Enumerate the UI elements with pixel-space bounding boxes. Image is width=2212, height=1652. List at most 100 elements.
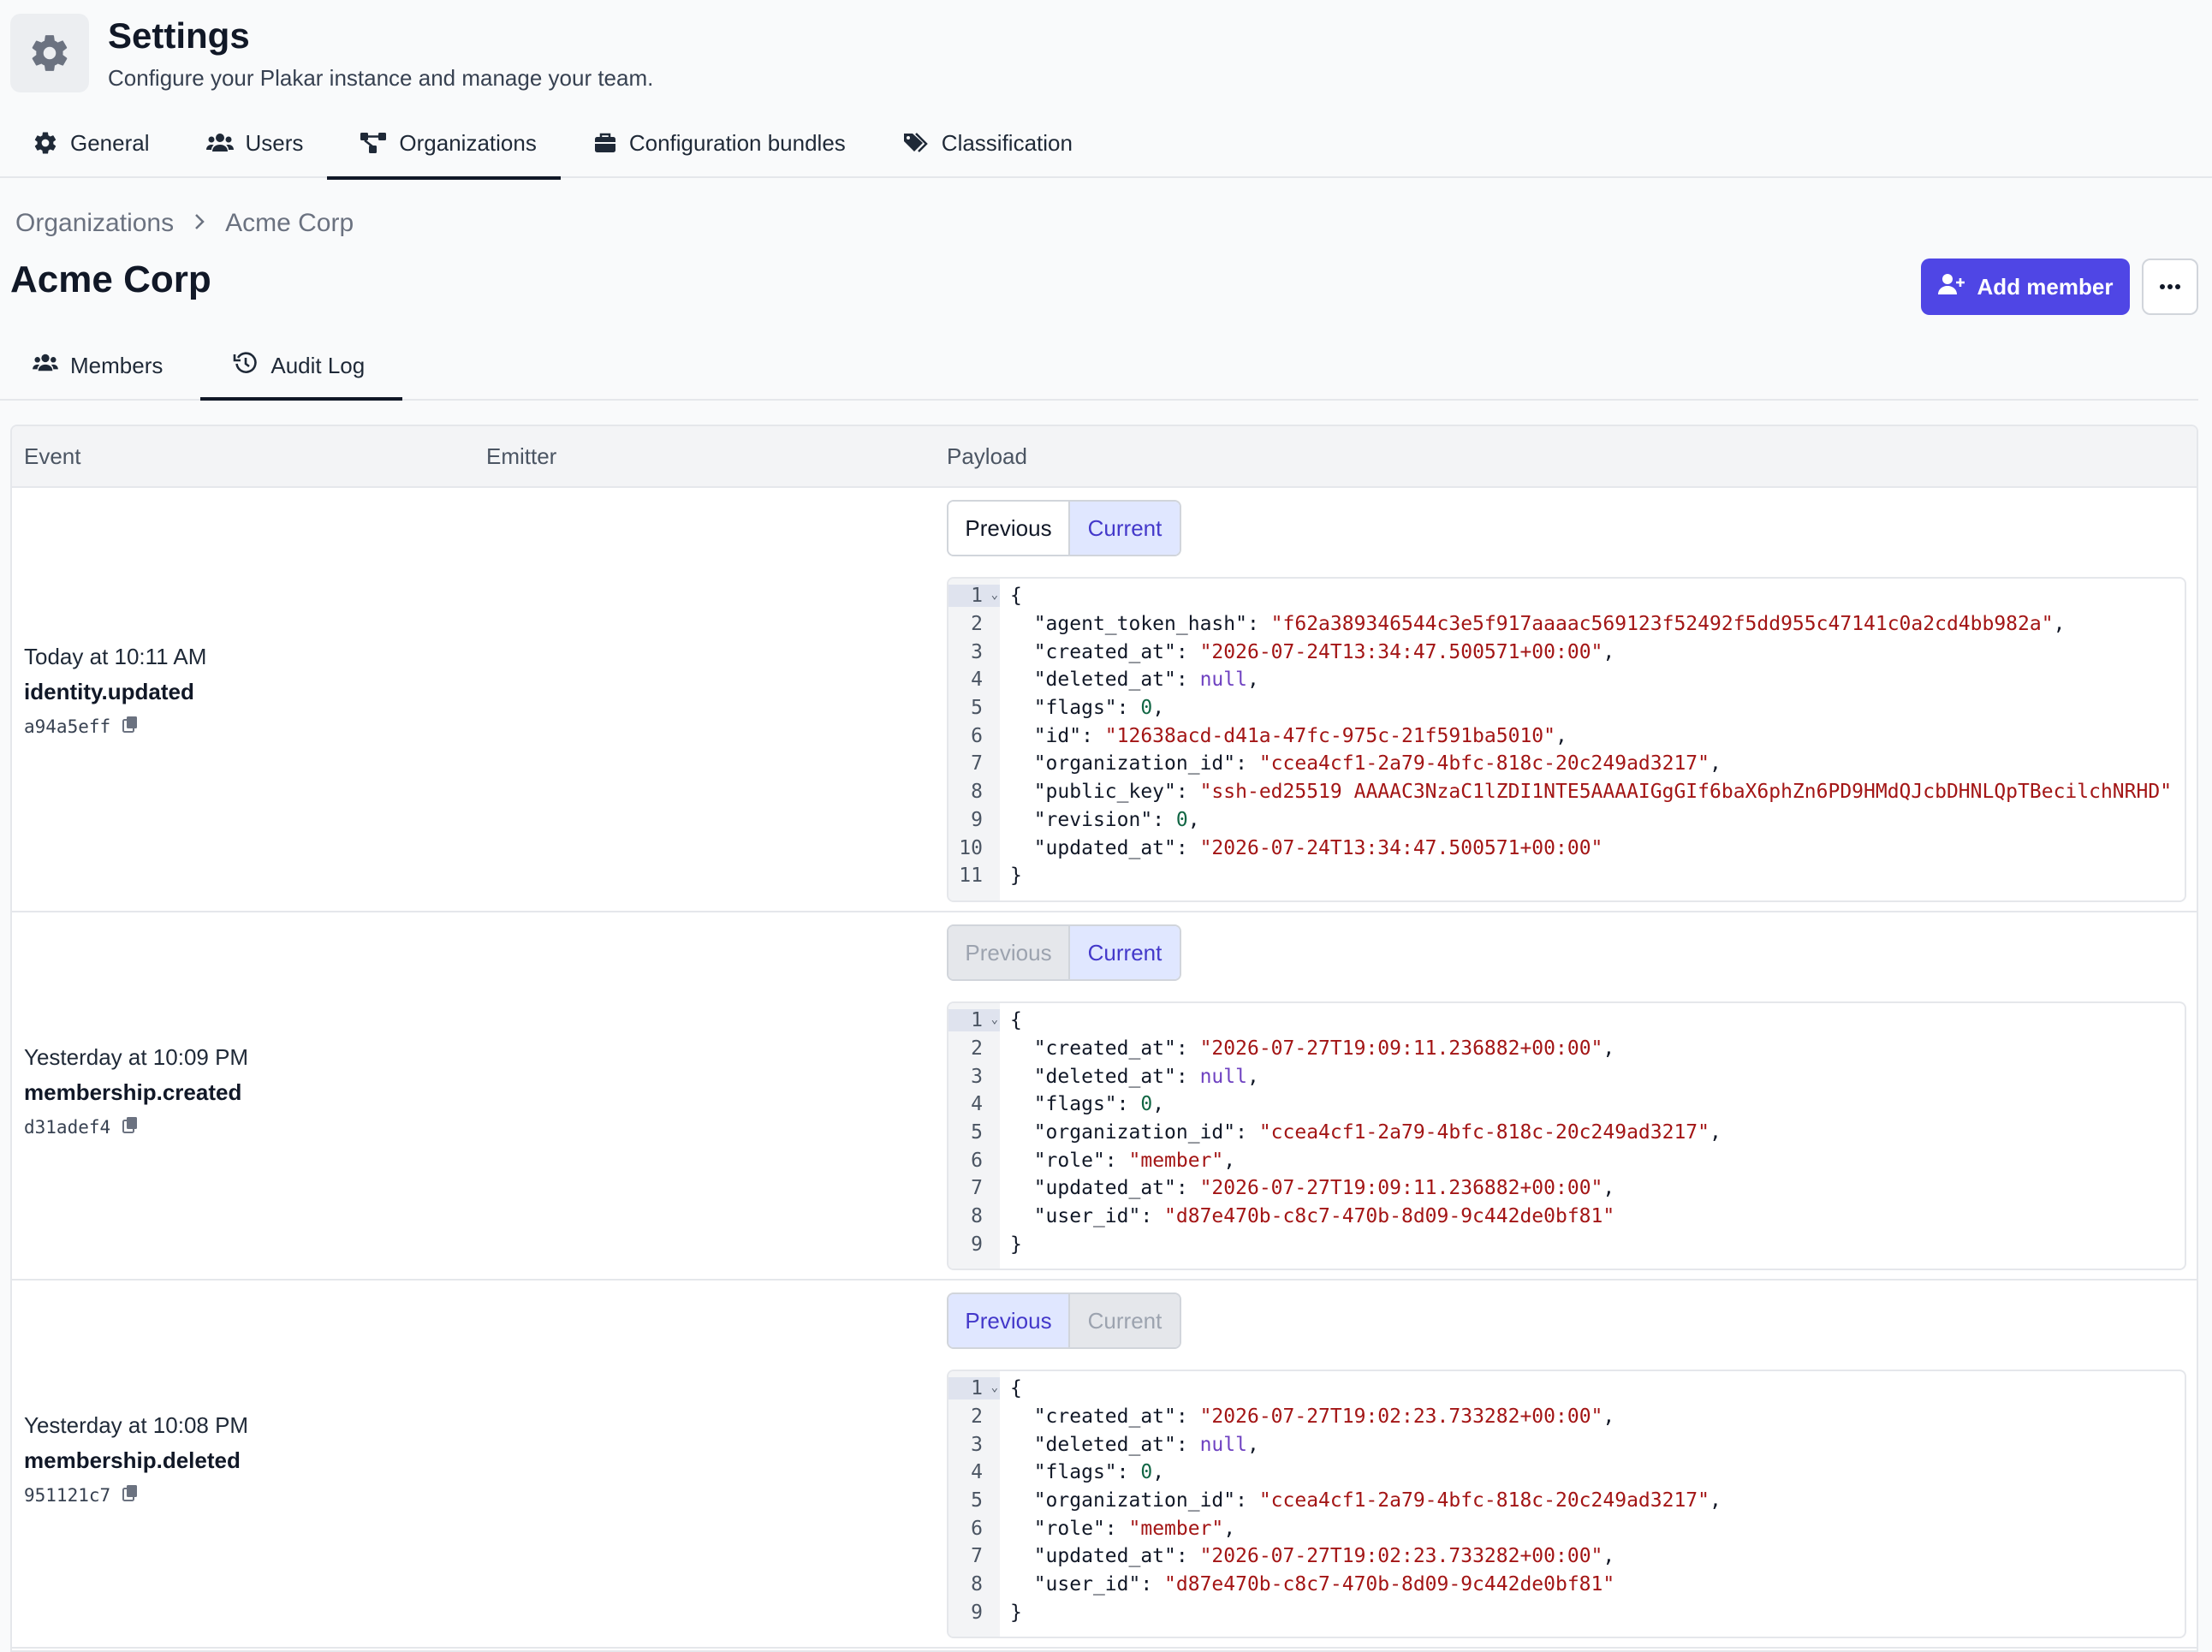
payload-code-viewer[interactable]: 1 ⌄ {2 "created_at": "2026-07-27T19:09:11.… <box>947 1001 2186 1270</box>
settings-header: Settings Configure your Plakar instance … <box>0 0 2212 180</box>
code-text: "role": "member", <box>1033 1149 1236 1172</box>
code-text: "public_key": "ssh-ed25519 AAAAC3NzaC1lZ… <box>1033 781 2173 804</box>
previous-button[interactable]: Previous <box>948 502 1068 555</box>
briefcase-icon <box>593 131 617 155</box>
code-line: 3 "deleted_at": null, <box>948 1062 2185 1090</box>
code-line: 2 "created_at": "2026-07-27T19:09:11.236… <box>948 1035 2185 1063</box>
payload-code-viewer[interactable]: 1 ⌄ {2 "created_at": "2026-07-27T19:02:23.… <box>947 1370 2186 1638</box>
tab-configuration-bundles-label: Configuration bundles <box>628 129 846 156</box>
column-header-payload: Payload <box>947 443 1027 469</box>
chevron-right-icon <box>193 209 206 238</box>
code-line: 9} <box>948 1599 2185 1627</box>
payload-version-toggle: Previous Current <box>947 924 1181 981</box>
code-line: 5 "organization_id": "ccea4cf1-2a79-4bfc… <box>948 1487 2185 1515</box>
organization-tabs: Members Audit Log <box>0 332 2198 401</box>
code-line: 7 "updated_at": "2026-07-27T19:02:23.733… <box>948 1542 2185 1571</box>
code-line: 8 "user_id": "d87e470b-c8c7-470b-8d09-9c… <box>948 1571 2185 1599</box>
tab-users[interactable]: Users <box>174 113 328 178</box>
more-actions-button[interactable] <box>2142 258 2198 315</box>
line-number: 7 <box>971 752 983 775</box>
tab-members-label: Members <box>70 352 164 378</box>
organizations-icon <box>360 131 387 155</box>
code-text: } <box>1010 1233 1022 1256</box>
line-number: 1 ⌄ <box>948 585 1000 608</box>
column-header-event: Event <box>24 443 81 469</box>
line-number: 5 <box>971 697 983 720</box>
code-line: 7 "organization_id": "ccea4cf1-2a79-4bfc… <box>948 750 2185 778</box>
code-text: "created_at": "2026-07-27T19:09:11.23688… <box>1033 1037 1615 1061</box>
copy-icon[interactable] <box>122 716 138 737</box>
fold-chevron-icon[interactable]: ⌄ <box>991 588 998 602</box>
event-cell: Yesterday at 10:09 PM membership.created… <box>24 1044 248 1138</box>
tab-classification-label: Classification <box>941 129 1073 156</box>
code-text: "updated_at": "2026-07-27T19:09:11.23688… <box>1033 1177 1615 1200</box>
tab-audit-log[interactable]: Audit Log <box>200 332 403 401</box>
copy-icon[interactable] <box>122 1484 138 1506</box>
code-text: } <box>1010 865 1022 888</box>
page-title: Acme Corp <box>10 258 211 300</box>
event-time: Today at 10:11 AM <box>24 644 207 669</box>
code-line: 2 "created_at": "2026-07-27T19:02:23.733… <box>948 1403 2185 1431</box>
tab-organizations-label: Organizations <box>399 129 537 156</box>
previous-button[interactable]: Previous <box>948 1294 1068 1347</box>
line-number: 7 <box>971 1177 983 1200</box>
code-text: "deleted_at": null, <box>1033 1433 1259 1456</box>
tab-general[interactable]: General <box>0 113 174 178</box>
code-text: "deleted_at": null, <box>1033 669 1259 692</box>
tab-configuration-bundles[interactable]: Configuration bundles <box>561 113 870 178</box>
code-text: "flags": 0, <box>1033 1093 1165 1116</box>
code-line: 3 "deleted_at": null, <box>948 1430 2185 1459</box>
gear-icon <box>33 130 58 156</box>
line-number: 9 <box>971 808 983 831</box>
event-name: membership.created <box>24 1079 242 1105</box>
previous-button[interactable]: Previous <box>948 926 1068 979</box>
event-name: membership.deleted <box>24 1447 241 1473</box>
line-number: 2 <box>971 613 983 636</box>
breadcrumb-organizations-link[interactable]: Organizations <box>15 209 174 238</box>
current-button[interactable]: Current <box>1068 926 1180 979</box>
page-header-title: Settings <box>108 15 250 56</box>
line-number: 4 <box>971 1461 983 1484</box>
tab-organizations[interactable]: Organizations <box>327 113 562 180</box>
line-number: 5 <box>971 1121 983 1144</box>
event-id-text: d31adef4 <box>24 1116 111 1138</box>
code-line: 1 ⌄ { <box>948 582 2185 610</box>
code-line: 9} <box>948 1231 2185 1259</box>
current-button[interactable]: Current <box>1068 502 1180 555</box>
copy-icon[interactable] <box>122 1116 138 1138</box>
line-number: 4 <box>971 669 983 692</box>
code-text: "organization_id": "ccea4cf1-2a79-4bfc-8… <box>1033 1121 1721 1144</box>
event-id: d31adef4 <box>24 1116 248 1138</box>
code-text: "organization_id": "ccea4cf1-2a79-4bfc-8… <box>1033 1489 1721 1512</box>
fold-chevron-icon[interactable]: ⌄ <box>991 1013 998 1026</box>
code-text: "updated_at": "2026-07-24T13:34:47.50057… <box>1033 836 1603 859</box>
code-text: "created_at": "2026-07-27T19:02:23.73328… <box>1033 1405 1615 1429</box>
tab-general-label: General <box>70 129 150 156</box>
line-number: 3 <box>971 640 983 663</box>
payload-version-toggle: Previous Current <box>947 1292 1181 1349</box>
current-button[interactable]: Current <box>1068 1294 1180 1347</box>
tab-members[interactable]: Members <box>0 332 200 399</box>
user-plus-icon <box>1937 273 1965 301</box>
line-number: 10 <box>959 836 983 859</box>
code-text: { <box>1010 585 1022 608</box>
tab-classification[interactable]: Classification <box>870 113 1097 178</box>
line-number: 1 ⌄ <box>948 1009 1000 1032</box>
fold-chevron-icon[interactable]: ⌄ <box>991 1381 998 1394</box>
add-member-label: Add member <box>1977 273 2114 300</box>
add-member-button[interactable]: Add member <box>1921 258 2130 315</box>
code-text: "flags": 0, <box>1033 697 1165 720</box>
page-header-subtitle: Configure your Plakar instance and manag… <box>108 65 654 91</box>
table-row: Yesterday at 10:08 PM membership.deleted… <box>12 1281 2197 1649</box>
event-id: 951121c7 <box>24 1484 248 1506</box>
users-icon <box>205 131 234 155</box>
payload-code-viewer[interactable]: 1 ⌄ {2 "agent_token_hash": "f62a389346544c… <box>947 577 2186 902</box>
breadcrumb-current: Acme Corp <box>225 209 354 237</box>
users-icon <box>33 352 58 380</box>
event-name: identity.updated <box>24 679 194 704</box>
code-line: 5 "organization_id": "ccea4cf1-2a79-4bfc… <box>948 1119 2185 1147</box>
line-number: 9 <box>971 1601 983 1624</box>
code-text: "updated_at": "2026-07-27T19:02:23.73328… <box>1033 1545 1615 1568</box>
code-text: "flags": 0, <box>1033 1461 1165 1484</box>
code-text: "user_id": "d87e470b-c8c7-470b-8d09-9c44… <box>1033 1573 1615 1596</box>
